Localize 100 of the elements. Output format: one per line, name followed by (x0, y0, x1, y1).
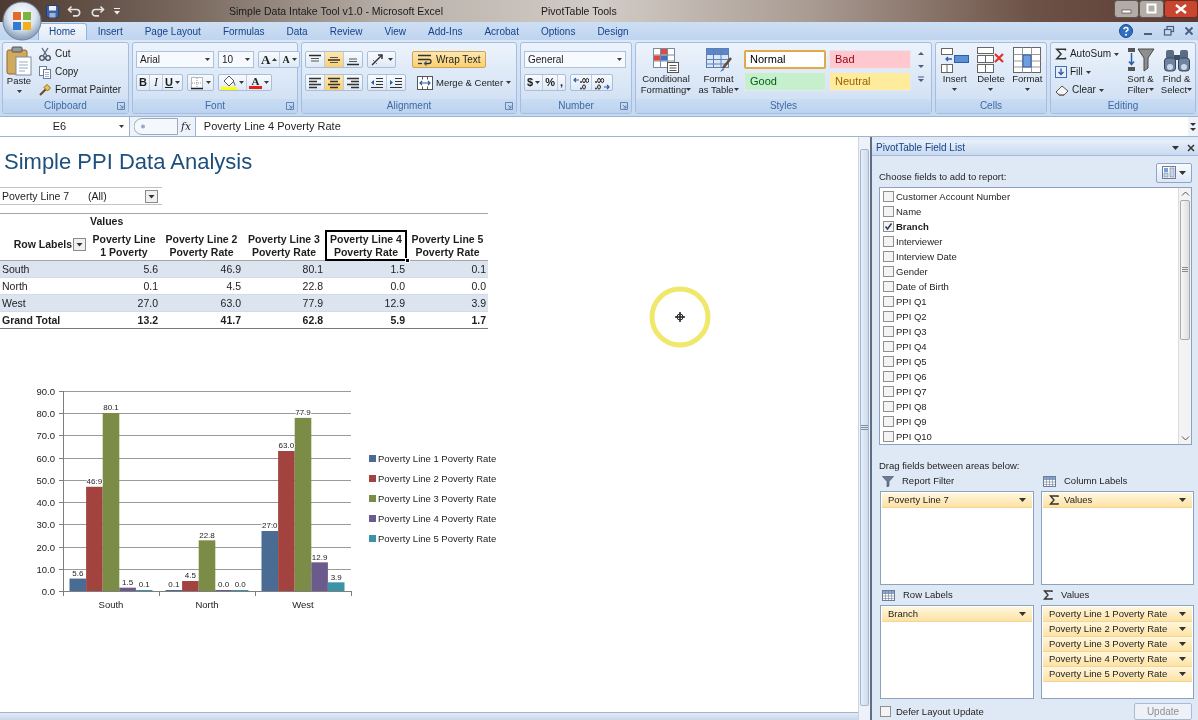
ribbon-tab[interactable]: Add-Ins (417, 23, 474, 40)
find-select-button[interactable]: Find & Select (1160, 43, 1193, 99)
help-icon[interactable] (1119, 24, 1133, 38)
merge-center-button[interactable]: Merge & Center (414, 74, 515, 91)
ribbon-tab[interactable]: Page Layout (133, 23, 212, 40)
field-label[interactable]: PPI Q9 (896, 415, 927, 427)
field-label[interactable]: Customer Account Number (896, 190, 1011, 202)
checkbox[interactable] (883, 400, 894, 412)
close-icon[interactable] (1187, 143, 1195, 152)
orientation-button[interactable] (367, 51, 396, 68)
scrollbar-thumb[interactable] (1180, 199, 1190, 340)
ribbon-tab[interactable]: View (373, 23, 417, 40)
center-align-button[interactable] (325, 75, 344, 90)
cell-style-option[interactable]: Bad (829, 50, 911, 69)
field-button[interactable]: Poverty Line 1 Poverty Rate (1043, 607, 1192, 622)
undo-icon[interactable] (67, 5, 82, 17)
checkbox[interactable] (883, 310, 894, 322)
number-format-combobox[interactable]: General (524, 51, 626, 68)
checkbox[interactable] (883, 295, 894, 307)
cell-style-option[interactable]: Normal (744, 50, 826, 69)
field-button[interactable]: Poverty Line 4 Poverty Rate (1043, 652, 1192, 667)
checkbox[interactable] (883, 280, 894, 292)
checkbox[interactable] (883, 325, 894, 337)
field-label[interactable]: PPI Q2 (896, 310, 927, 322)
redo-icon[interactable] (90, 5, 105, 17)
more-icon[interactable] (916, 75, 926, 84)
font-size-combobox[interactable]: 10 (218, 51, 254, 68)
field-label[interactable]: Name (896, 205, 922, 217)
field-button[interactable]: Branch (882, 607, 1032, 622)
comma-style-button[interactable]: , (557, 75, 565, 90)
format-painter-button[interactable]: Format Painter (36, 82, 124, 98)
font-name-combobox[interactable]: Arial (136, 51, 214, 68)
increase-indent-button[interactable] (387, 75, 405, 90)
insert-function-button[interactable]: fx (181, 120, 191, 133)
checkbox[interactable] (883, 265, 894, 277)
scroll-down-icon[interactable] (916, 62, 926, 71)
checkbox[interactable] (883, 205, 894, 217)
customize-toolbar-icon[interactable] (113, 6, 121, 16)
fill-button[interactable]: Fill (1053, 64, 1121, 80)
insert-button[interactable]: Insert (938, 43, 972, 99)
field-label[interactable]: Interview Date (896, 250, 957, 262)
field-label[interactable]: Interviewer (896, 235, 943, 247)
close-icon[interactable] (1164, 0, 1198, 18)
delete-button[interactable]: Delete (974, 43, 1008, 99)
currency-button[interactable]: $ (525, 75, 544, 90)
dialog-launcher-icon[interactable] (620, 102, 628, 110)
scrollbar-thumb[interactable] (860, 149, 869, 706)
format-button[interactable]: Format (1010, 43, 1044, 99)
restore-icon[interactable] (1163, 25, 1175, 37)
field-label[interactable]: PPI Q1 (896, 295, 927, 307)
fill-color-button[interactable] (218, 75, 247, 90)
clear-button[interactable]: Clear (1053, 82, 1121, 98)
autosum-button[interactable]: AutoSum (1053, 46, 1121, 62)
ribbon-tab[interactable]: Acrobat (473, 23, 530, 40)
dropdown-button-icon[interactable] (73, 237, 86, 251)
fill-handle-icon[interactable] (405, 258, 410, 263)
checkbox[interactable] (883, 415, 894, 427)
formula-bar-handle-icon[interactable] (134, 118, 178, 135)
field-button[interactable]: Poverty Line 5 Poverty Rate (1043, 667, 1192, 682)
field-button[interactable]: Poverty Line 3 Poverty Rate (1043, 637, 1192, 652)
field-label[interactable]: Gender (896, 265, 928, 277)
name-box[interactable]: E6 (0, 117, 130, 136)
checkbox[interactable] (883, 355, 894, 367)
checkbox[interactable] (883, 430, 894, 442)
dropdown-button-icon[interactable] (145, 189, 158, 203)
ribbon-tab[interactable]: Design (586, 23, 640, 40)
checkbox[interactable] (883, 235, 894, 247)
underline-button[interactable]: U (162, 75, 182, 90)
layout-button[interactable] (1156, 162, 1192, 183)
checkbox[interactable] (883, 250, 894, 262)
checkbox[interactable] (883, 220, 894, 232)
dropdown-caret-icon[interactable] (1172, 145, 1179, 150)
cut-button[interactable]: Cut (36, 46, 124, 62)
dialog-launcher-icon[interactable] (286, 102, 294, 110)
checkbox[interactable] (883, 370, 894, 382)
field-label[interactable]: PPI Q7 (896, 385, 927, 397)
ribbon-tab[interactable]: Home (38, 23, 87, 40)
ribbon-tab[interactable]: Review (318, 23, 374, 40)
cell-style-option[interactable]: Good (744, 72, 826, 91)
bold-button[interactable]: B (137, 75, 150, 90)
dialog-launcher-icon[interactable] (505, 102, 513, 110)
grow-font-button[interactable]: A (259, 52, 281, 67)
field-label[interactable]: PPI Q10 (896, 430, 932, 442)
dialog-launcher-icon[interactable] (117, 102, 125, 110)
wrap-text-button[interactable]: Wrap Text (412, 51, 486, 68)
minimize-icon[interactable] (1114, 0, 1139, 18)
checkbox[interactable] (883, 340, 894, 352)
field-label[interactable]: PPI Q4 (896, 340, 927, 352)
field-label[interactable]: Branch (896, 220, 929, 232)
field-button[interactable]: Poverty Line 2 Poverty Rate (1043, 622, 1192, 637)
field-button[interactable]: Poverty Line 7 (882, 493, 1032, 508)
field-label[interactable]: Date of Birth (896, 280, 949, 292)
sort-filter-button[interactable]: Sort & Filter (1124, 43, 1157, 99)
copy-button[interactable]: Copy (36, 64, 124, 80)
field-label[interactable]: PPI Q3 (896, 325, 927, 337)
close-icon[interactable] (1184, 25, 1194, 37)
field-label[interactable]: PPI Q5 (896, 355, 927, 367)
checkbox[interactable] (883, 190, 894, 202)
percent-button[interactable]: % (543, 75, 558, 90)
italic-button[interactable]: I (149, 75, 163, 90)
